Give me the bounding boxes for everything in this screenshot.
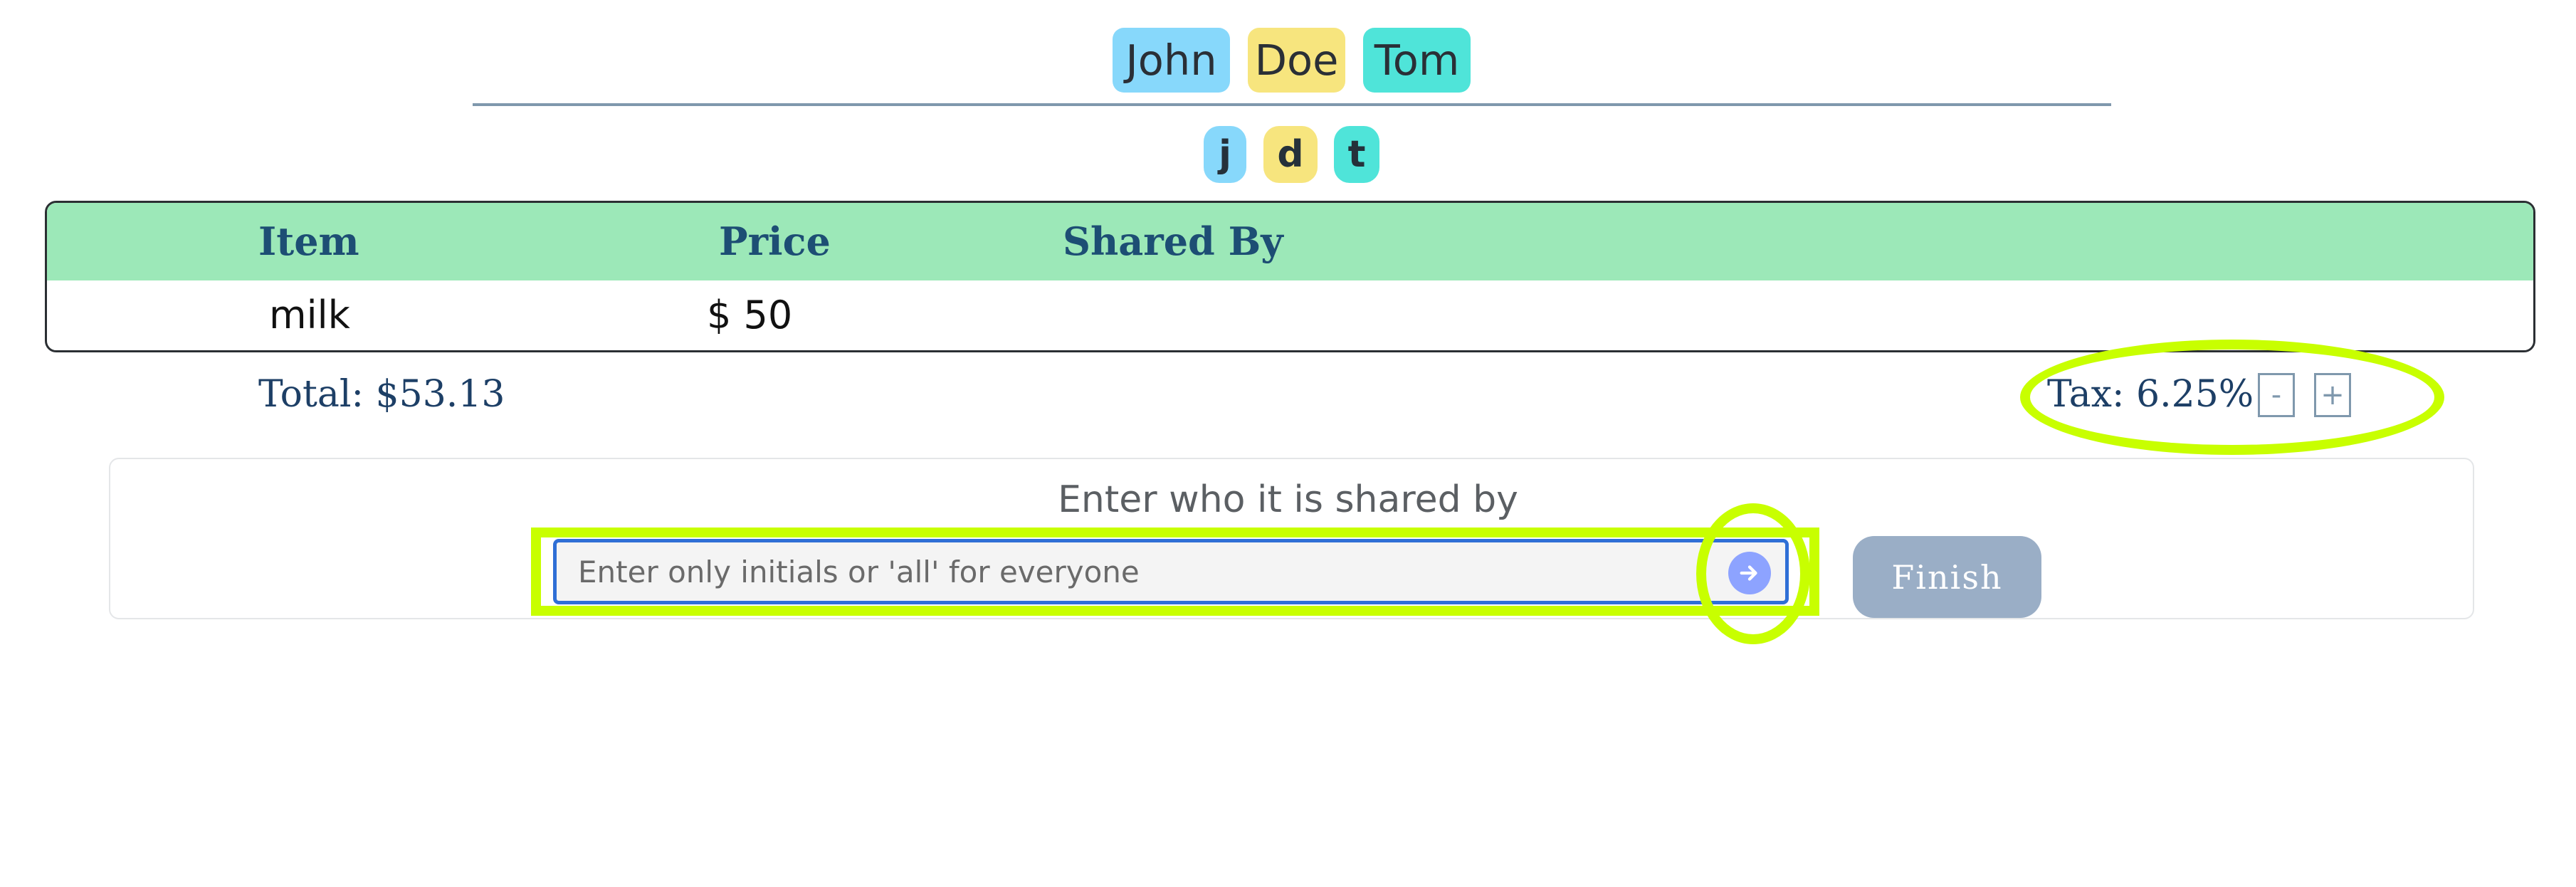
column-header-shared-by: Shared By — [1063, 219, 1283, 264]
total-amount: Total: $53.13 — [258, 373, 505, 416]
items-table: Item Price Shared By milk $ 50 — [45, 201, 2535, 352]
initial-chip-d[interactable]: d — [1263, 126, 1318, 183]
initial-chip-label: t — [1347, 133, 1366, 176]
submit-button[interactable] — [1728, 552, 1771, 594]
name-chip-tom[interactable]: Tom — [1363, 28, 1471, 93]
initial-chip-label: d — [1277, 133, 1304, 176]
name-chip-label: Doe — [1254, 36, 1339, 85]
name-chip-label: Tom — [1374, 36, 1460, 85]
initial-chip-t[interactable]: t — [1334, 126, 1379, 183]
shared-by-title: Enter who it is shared by — [1058, 478, 1518, 521]
arrow-right-icon — [1740, 565, 1757, 581]
column-header-item: Item — [258, 219, 359, 264]
shared-by-input[interactable] — [553, 539, 1789, 604]
tax-increment-button[interactable]: + — [2314, 373, 2351, 417]
name-chip-doe[interactable]: Doe — [1248, 28, 1345, 93]
item-cell: milk — [269, 293, 350, 337]
finish-button[interactable]: Finish — [1853, 536, 2041, 618]
divider — [473, 103, 2111, 106]
initial-chip-label: j — [1219, 133, 1231, 176]
column-header-price: Price — [719, 219, 831, 264]
name-chip-john[interactable]: John — [1113, 28, 1230, 93]
tax-decrement-button[interactable]: - — [2258, 373, 2295, 417]
tax-rate: Tax: 6.25% — [2047, 373, 2254, 416]
table-header: Item Price Shared By — [47, 203, 2533, 280]
price-cell: $ 50 — [707, 293, 793, 337]
name-chip-label: John — [1125, 36, 1217, 85]
initial-chip-j[interactable]: j — [1204, 126, 1246, 183]
